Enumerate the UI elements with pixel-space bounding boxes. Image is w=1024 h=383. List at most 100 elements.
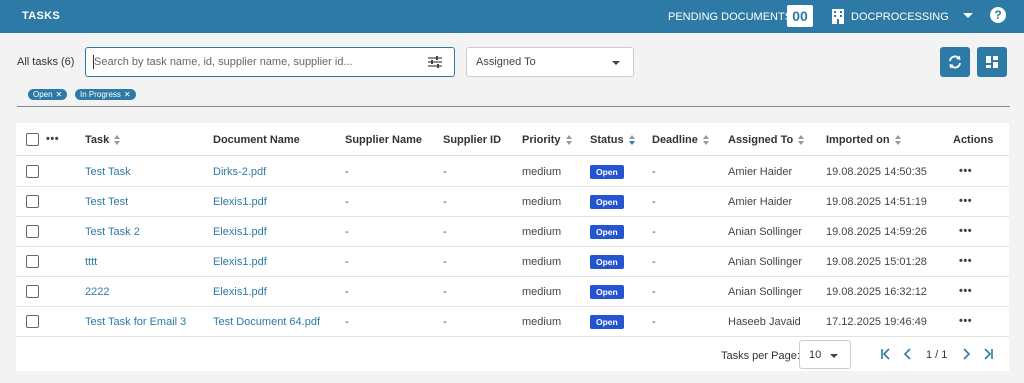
supplier-id-cell: - <box>443 286 447 298</box>
supplier-id-cell: - <box>443 196 447 208</box>
column-header-document-name[interactable]: Document Name <box>213 134 300 146</box>
row-actions-menu[interactable]: ••• <box>959 285 972 297</box>
building-icon <box>832 9 844 24</box>
task-name-link[interactable]: Test Test <box>85 196 128 208</box>
row-actions-menu[interactable]: ••• <box>959 195 972 207</box>
priority-cell: medium <box>522 166 562 178</box>
filter-chip-open[interactable]: Open ✕ <box>28 89 68 100</box>
row-actions-menu[interactable]: ••• <box>959 315 972 327</box>
deadline-cell: - <box>652 286 656 298</box>
task-name-link[interactable]: Test Task 2 <box>85 226 140 238</box>
priority-cell: medium <box>522 256 562 268</box>
sort-icon <box>114 135 121 146</box>
row-actions-menu[interactable]: ••• <box>959 225 972 237</box>
tasks-per-page-select[interactable]: 10 <box>799 340 851 369</box>
close-icon[interactable]: ✕ <box>124 90 131 99</box>
status-badge: Open <box>590 165 624 179</box>
priority-cell: medium <box>522 196 562 208</box>
column-header-status[interactable]: Status <box>590 134 636 146</box>
supplier-id-cell: - <box>443 166 447 178</box>
imported-on-cell: 17.12.2025 19:46:49 <box>826 316 927 328</box>
column-header-assigned-to[interactable]: Assigned To <box>728 134 805 146</box>
task-name-link[interactable]: tttt <box>85 256 97 268</box>
page-indicator: 1 / 1 <box>926 349 948 361</box>
priority-cell: medium <box>522 286 562 298</box>
document-name-link[interactable]: Elexis1.pdf <box>213 196 267 208</box>
refresh-icon <box>949 55 961 69</box>
first-page-icon[interactable] <box>880 348 892 360</box>
chevron-down-icon <box>830 354 838 358</box>
table-row[interactable]: Test Test Elexis1.pdf - - medium - Amier Haide… <box>16 187 1009 217</box>
row-checkbox[interactable] <box>26 195 39 208</box>
priority-cell: medium <box>522 316 562 328</box>
column-header-supplier-name[interactable]: Supplier Name <box>345 134 422 146</box>
document-name-link[interactable]: Test Document 64.pdf <box>213 316 320 328</box>
table-row[interactable]: Test Task 2 Elexis1.pdf - - medium - Anian Sol… <box>16 217 1009 247</box>
status-badge: Open <box>590 315 624 329</box>
page-title: TASKS <box>22 10 60 22</box>
deadline-cell: - <box>652 316 656 328</box>
close-icon[interactable]: ✕ <box>56 90 63 99</box>
assigned-to-cell: Anian Sollinger <box>728 286 802 298</box>
filter-settings-icon[interactable] <box>428 56 442 68</box>
supplier-id-cell: - <box>443 226 447 238</box>
supplier-name-cell: - <box>345 316 349 328</box>
task-name-link[interactable]: 2222 <box>85 286 109 298</box>
refresh-button[interactable] <box>940 47 970 77</box>
pending-documents-count[interactable]: 00 <box>787 5 813 27</box>
chevron-down-icon <box>612 61 620 65</box>
status-badge: Open <box>590 225 624 239</box>
column-header-deadline[interactable]: Deadline <box>652 134 710 146</box>
table-row[interactable]: Test Task Dirks-2.pdf - - medium - Amier Haide… <box>16 157 1009 187</box>
supplier-name-cell: - <box>345 196 349 208</box>
document-name-link[interactable]: Elexis1.pdf <box>213 256 267 268</box>
row-actions-menu[interactable]: ••• <box>959 255 972 267</box>
next-page-icon[interactable] <box>960 348 972 360</box>
imported-on-cell: 19.08.2025 14:59:26 <box>826 226 927 238</box>
column-menu-button[interactable]: ••• <box>46 133 59 145</box>
imported-on-cell: 19.08.2025 16:32:12 <box>826 286 927 298</box>
supplier-name-cell: - <box>345 286 349 298</box>
priority-cell: medium <box>522 226 562 238</box>
row-checkbox[interactable] <box>26 285 39 298</box>
top-bar: TASKS PENDING DOCUMENTS: 00 DOCPROCESSIN… <box>0 0 1024 33</box>
chevron-down-icon[interactable] <box>963 13 973 18</box>
select-all-checkbox[interactable] <box>26 133 39 146</box>
supplier-id-cell: - <box>443 256 447 268</box>
row-checkbox[interactable] <box>26 255 39 268</box>
task-name-link[interactable]: Test Task for Email 3 <box>85 316 186 328</box>
table-row[interactable]: 2222 Elexis1.pdf - - medium - Anian Sollinger 1… <box>16 277 1009 307</box>
column-header-supplier-id[interactable]: Supplier ID <box>443 134 501 146</box>
row-checkbox[interactable] <box>26 225 39 238</box>
table-row[interactable]: tttt Elexis1.pdf - - medium - Anian Sollinger 1… <box>16 247 1009 277</box>
row-checkbox[interactable] <box>26 165 39 178</box>
filter-chip-in-progress[interactable]: In Progress ✕ <box>75 89 136 100</box>
help-icon[interactable]: ? <box>990 7 1006 23</box>
all-tasks-count: All tasks (6) <box>17 56 75 68</box>
column-header-task[interactable]: Task <box>85 134 121 146</box>
column-header-actions: Actions <box>953 134 994 146</box>
column-header-imported-on[interactable]: Imported on <box>826 134 902 146</box>
assigned-to-select[interactable]: Assigned To <box>466 47 634 77</box>
status-badge: Open <box>590 255 624 269</box>
previous-page-icon[interactable] <box>902 348 914 360</box>
assigned-to-cell: Anian Sollinger <box>728 256 802 268</box>
tasks-table: ••• Task Document Name Supplier Name Sup… <box>16 123 1009 371</box>
document-name-link[interactable]: Elexis1.pdf <box>213 286 267 298</box>
row-checkbox[interactable] <box>26 315 39 328</box>
sort-icon <box>628 135 636 146</box>
table-row[interactable]: Test Task for Email 3 Test Document 64.pd… <box>16 307 1009 337</box>
column-header-priority[interactable]: Priority <box>522 134 573 146</box>
last-page-icon[interactable] <box>982 348 994 360</box>
layout-button[interactable] <box>977 47 1007 77</box>
assigned-to-cell: Amier Haider <box>728 166 793 178</box>
organization-selector[interactable]: DOCPROCESSING <box>851 11 949 23</box>
row-actions-menu[interactable]: ••• <box>959 165 972 177</box>
deadline-cell: - <box>652 166 656 178</box>
document-name-link[interactable]: Elexis1.pdf <box>213 226 267 238</box>
chip-label: In Progress <box>80 90 121 99</box>
task-name-link[interactable]: Test Task <box>85 166 131 178</box>
search-input[interactable]: Search by task name, id, supplier name, … <box>85 47 455 77</box>
supplier-name-cell: - <box>345 166 349 178</box>
document-name-link[interactable]: Dirks-2.pdf <box>213 166 266 178</box>
